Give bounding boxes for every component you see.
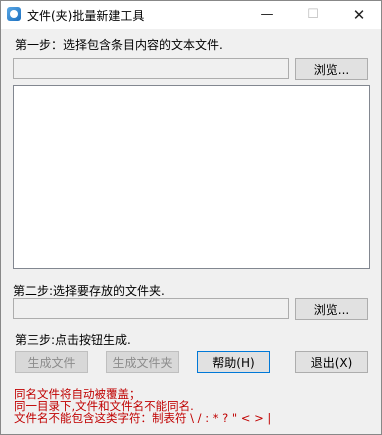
generate-files-button[interactable]: 生成文件 [15,351,88,373]
exit-button[interactable]: 退出(X) [295,351,368,373]
browse-text-file-button[interactable]: 浏览... [295,58,368,80]
note-line: 文件名不能包含这类字符：制表符 \ / : * ? " < > | [14,411,272,425]
content-list-box[interactable] [13,85,370,269]
notes-block: 同名文件将自动被覆盖； 同一目录下,文件和文件名不能同名. 文件名不能包含这类字… [14,388,271,424]
browse-folder-button[interactable]: 浏览... [295,298,368,320]
main-window: 文件(夹)批量新建工具 — ☐ ✕ 第一步：选择包含条目内容的文本文件. 浏览.… [0,0,382,435]
title-bar[interactable]: 文件(夹)批量新建工具 — ☐ ✕ [1,1,381,29]
text-file-path-field[interactable] [13,58,289,79]
folder-path-field[interactable] [13,298,289,319]
close-button[interactable]: ✕ [336,1,382,29]
step2-label: 第二步:选择要存放的文件夹. [13,284,165,298]
minimize-button[interactable]: — [244,1,290,29]
step1-label: 第一步：选择包含条目内容的文本文件. [15,38,223,52]
app-icon [7,7,21,21]
window-title: 文件(夹)批量新建工具 [27,9,145,23]
help-button[interactable]: 帮助(H) [197,351,270,373]
step3-label: 第三步:点击按钮生成. [15,333,131,347]
generate-folders-button[interactable]: 生成文件夹 [106,351,179,373]
maximize-button: ☐ [307,7,319,22]
